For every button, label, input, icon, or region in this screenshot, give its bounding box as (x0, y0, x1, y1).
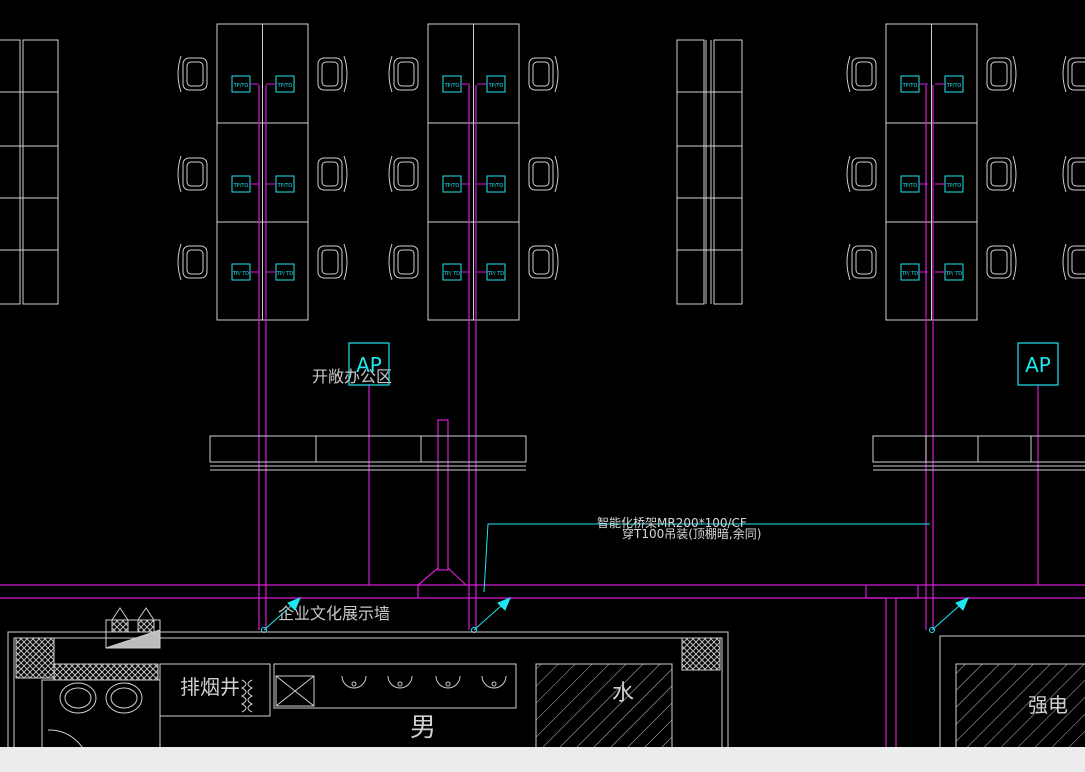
urinals (240, 675, 507, 713)
data-outlet: TP/ TD (486, 263, 506, 281)
svg-text:TP/TO: TP/TO (277, 83, 293, 89)
tray-install-label: 穿T100吊装(顶棚暗,余同) (622, 526, 761, 541)
workstation-groups: TP/TO TP/TOTP/TO TP/TOTP/ TD TP/ TDTP/TO TP/… (177, 23, 1085, 321)
status-strip (0, 747, 1085, 772)
counters (209, 435, 1085, 471)
left-cabinet (0, 39, 59, 305)
desk-cluster: TP/TO TP/TO TP/TO TP/TO TP/ TD TP/ TD (177, 23, 348, 321)
open-office-label: 开敞办公区 (312, 367, 392, 386)
office-chair (1062, 55, 1085, 93)
office-chair (388, 155, 419, 193)
data-outlet: TP/ TD (231, 263, 251, 281)
access-point-right: AP (1017, 342, 1059, 386)
data-outlet: TP/TO (900, 175, 920, 193)
data-outlet: TP/TO (442, 75, 462, 93)
data-outlet: TP/TO (231, 175, 251, 193)
svg-text:TP/ TD: TP/ TD (276, 271, 293, 277)
office-chair (986, 243, 1017, 281)
svg-text:TP/TO: TP/TO (233, 83, 249, 89)
svg-text:TP/TO: TP/TO (946, 83, 962, 89)
office-chair (317, 155, 348, 193)
office-chair (388, 55, 419, 93)
culture-wall-label: 企业文化展示墙 (278, 604, 390, 623)
office-chair (1062, 243, 1085, 281)
svg-text:TP/ TD: TP/ TD (901, 271, 918, 277)
office-chair (986, 155, 1017, 193)
office-chair (528, 155, 559, 193)
data-outlet: TP/TO (275, 175, 295, 193)
svg-text:TP/ TD: TP/ TD (443, 271, 460, 277)
svg-text:TP/TO: TP/TO (444, 83, 460, 89)
svg-text:TP/TO: TP/TO (902, 83, 918, 89)
svg-text:TP/TO: TP/TO (488, 183, 504, 189)
office-chair (986, 55, 1017, 93)
data-outlet: TP/TO (486, 75, 506, 93)
data-outlet: TP/TO (486, 175, 506, 193)
svg-text:TP/TO: TP/TO (902, 183, 918, 189)
office-chair (846, 55, 877, 93)
desk-cluster: TP/TO TP/TO TP/TO TP/TO TP/ TD TP/ TD (846, 23, 1017, 321)
strong-power-label: 强电 (1028, 693, 1068, 717)
data-outlet: TP/ TD (944, 263, 964, 281)
office-chair (317, 243, 348, 281)
water-room-label: 水 (612, 681, 634, 706)
svg-text:TP/ TD: TP/ TD (487, 271, 504, 277)
desk-cluster: TP/TO TP/TO TP/TO TP/TO TP/ TD TP/ TD (388, 23, 559, 321)
smoke-shaft-label: 排烟井 (180, 675, 240, 699)
office-chair (317, 55, 348, 93)
svg-text:TP/ TD: TP/ TD (945, 271, 962, 277)
ap-label: AP (1025, 353, 1051, 377)
svg-text:TP/ TD: TP/ TD (232, 271, 249, 277)
office-chair (177, 155, 208, 193)
data-outlet: TP/TO (231, 75, 251, 93)
svg-text:TP/TO: TP/TO (488, 83, 504, 89)
middle-cabinet (676, 39, 743, 305)
office-chair (177, 55, 208, 93)
data-outlet: TP/TO (900, 75, 920, 93)
svg-text:TP/TO: TP/TO (233, 183, 249, 189)
svg-text:TP/TO: TP/TO (444, 183, 460, 189)
floor-plan-drawing: TP/TO TP/TOTP/TO TP/TOTP/ TD TP/ TDTP/TO TP/… (0, 23, 1085, 747)
core-walls (7, 607, 1085, 747)
male-restroom-label: 男 (410, 713, 436, 743)
office-chair (846, 243, 877, 281)
svg-text:TP/TO: TP/TO (277, 183, 293, 189)
data-outlet: TP/TO (275, 75, 295, 93)
data-outlet: TP/TO (442, 175, 462, 193)
cad-drawing-viewport[interactable]: TP/TO TP/TO TP/TO TP/TO TP/ TD TP/ TD TP/TO TP/… (0, 0, 1085, 747)
office-chair (388, 243, 419, 281)
data-outlet: TP/ TD (442, 263, 462, 281)
data-outlet: TP/TO (944, 75, 964, 93)
data-outlet: TP/ TD (900, 263, 920, 281)
office-chair (528, 243, 559, 281)
data-outlet: TP/TO (944, 175, 964, 193)
office-chair (846, 155, 877, 193)
svg-text:TP/TO: TP/TO (946, 183, 962, 189)
data-outlet: TP/ TD (275, 263, 295, 281)
office-chair (177, 243, 208, 281)
office-chair (1062, 155, 1085, 193)
office-chair (528, 55, 559, 93)
